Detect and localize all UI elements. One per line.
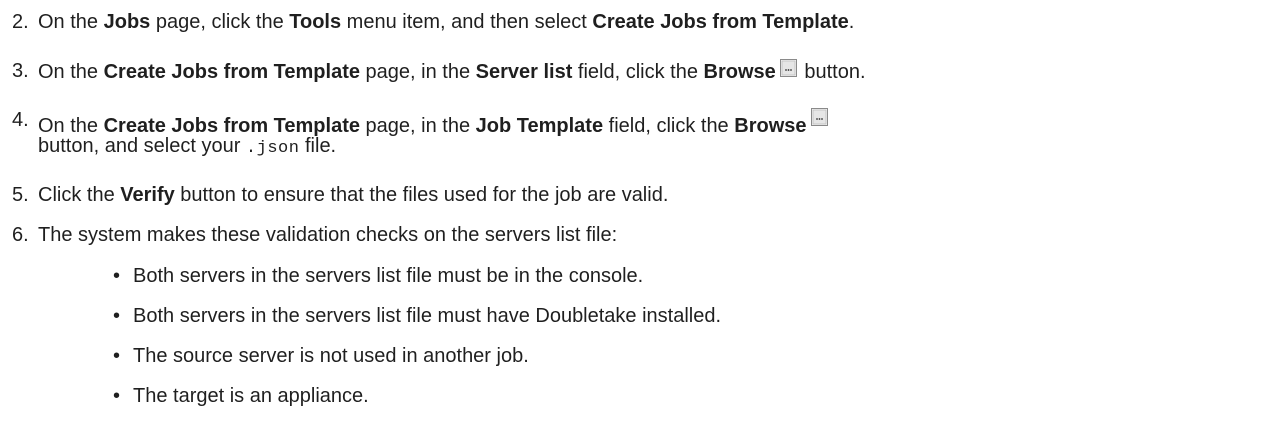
ui-term-jobs: Jobs	[103, 11, 151, 33]
list-item-text: Both servers in the servers list file mu…	[133, 305, 722, 327]
text: button, and select your	[38, 135, 246, 157]
bullet-icon: •	[113, 385, 121, 407]
text: button.	[798, 61, 866, 83]
ui-term-server-list: Server list	[475, 61, 573, 83]
browse-button-icon	[779, 59, 797, 77]
bullet-icon: •	[113, 265, 121, 287]
ui-term-job-template: Job Template	[475, 115, 604, 137]
ui-term-create-jobs-from-template: Create Jobs from Template	[103, 61, 360, 83]
text: field, click the	[603, 115, 735, 137]
text: Click the	[38, 184, 121, 206]
text: page, in the	[359, 115, 476, 137]
step-text: button, and select your .json file.	[38, 134, 336, 161]
list-item-text: Both servers in the servers list file mu…	[133, 265, 644, 287]
text: file.	[299, 135, 337, 157]
bullet-icon: •	[113, 305, 121, 327]
step-text: Click the Verify button to ensure that t…	[38, 183, 668, 207]
ui-term-browse: Browse	[734, 115, 807, 137]
list-item-text: The target is an appliance.	[133, 385, 369, 407]
ui-term-verify: Verify	[120, 184, 175, 206]
bullet-icon: •	[113, 345, 121, 367]
procedure-steps: 2. On the Jobs page, click the Tools men…	[0, 0, 1271, 429]
text: On the	[38, 61, 104, 83]
text: menu item, and then select	[341, 11, 593, 33]
text: page, in the	[359, 61, 476, 83]
text: .	[848, 11, 855, 33]
code-json-extension: .json	[245, 139, 300, 158]
browse-button-icon	[810, 108, 828, 126]
step-text: The system makes these validation checks…	[38, 224, 618, 246]
text: field, click the	[572, 61, 704, 83]
ui-term-tools: Tools	[289, 11, 342, 33]
text: On the	[38, 11, 104, 33]
ui-term-browse: Browse	[703, 61, 776, 83]
text: page, click the	[150, 11, 290, 33]
ui-term-create-jobs-from-template: Create Jobs from Template	[592, 11, 849, 33]
text: button to ensure that the files used for…	[174, 184, 669, 206]
step-text: On the Jobs page, click the Tools menu i…	[38, 10, 854, 34]
step-text: On the Create Jobs from Template page, i…	[38, 59, 866, 84]
list-item-text: The source server is not used in another…	[133, 345, 529, 367]
